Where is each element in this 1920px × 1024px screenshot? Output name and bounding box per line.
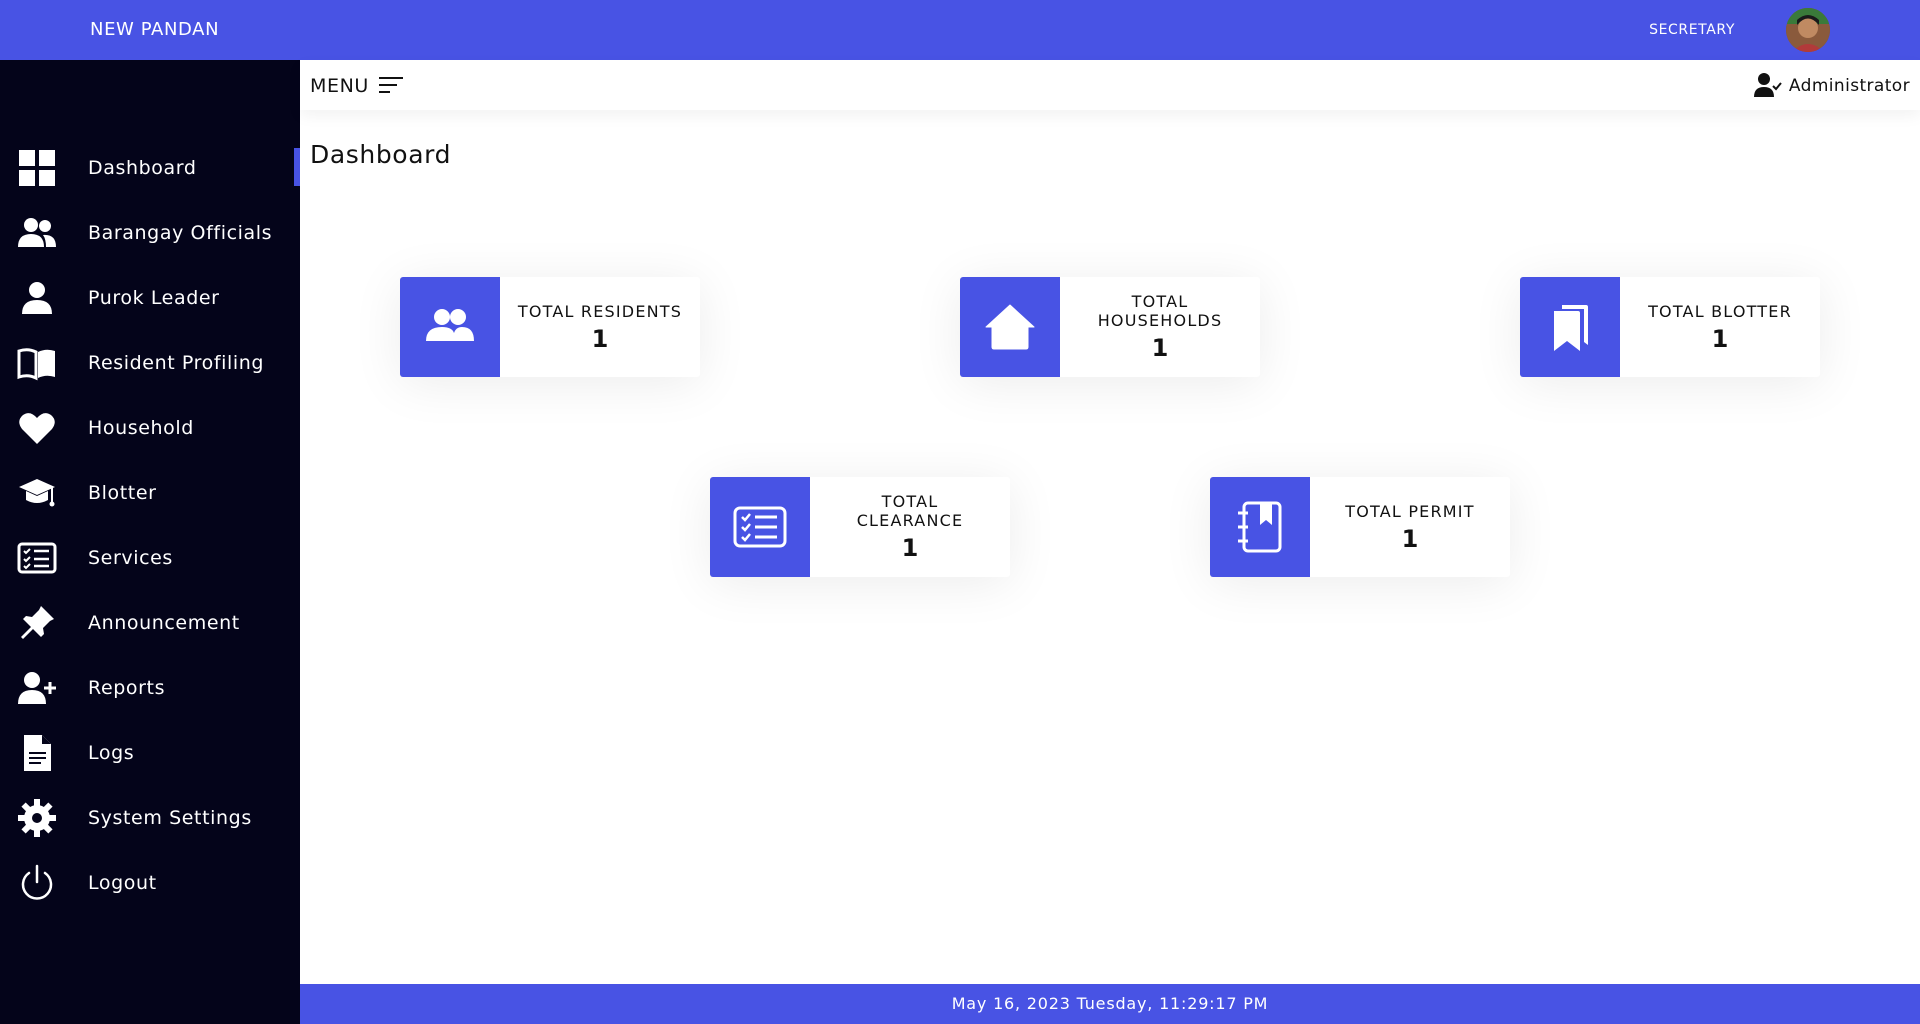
gear-icon — [16, 797, 58, 839]
stat-value: 1 — [1151, 334, 1169, 362]
stat-card-households[interactable]: TOTAL HOUSEHOLDS 1 — [960, 277, 1260, 377]
sidebar-item-label: Barangay Officials — [88, 222, 273, 244]
users-icon — [400, 277, 500, 377]
active-item-indicator — [294, 148, 300, 186]
stat-card-permit[interactable]: TOTAL PERMIT 1 — [1210, 477, 1510, 577]
stat-label: TOTAL RESIDENTS — [517, 301, 683, 321]
user-name[interactable]: Administrator — [1789, 76, 1910, 96]
sidebar-item-label: Resident Profiling — [88, 352, 265, 374]
stat-card-clearance[interactable]: TOTAL CLEARANCE 1 — [710, 477, 1010, 577]
sidebar: Dashboard Barangay Officials Purok Leade… — [0, 60, 300, 1024]
stat-label: TOTAL CLEARANCE — [856, 492, 964, 530]
sidebar-item-system-settings[interactable]: System Settings — [0, 785, 300, 850]
sidebar-item-services[interactable]: Services — [0, 525, 300, 590]
user-plus-icon — [16, 667, 58, 709]
avatar[interactable] — [1786, 8, 1830, 52]
sidebar-item-dashboard[interactable]: Dashboard — [0, 135, 300, 200]
user-role: SECRETARY — [1649, 22, 1735, 38]
stat-card-residents[interactable]: TOTAL RESIDENTS 1 — [400, 277, 700, 377]
stat-value: 1 — [901, 534, 919, 562]
top-bar: NEW PANDAN SECRETARY — [0, 0, 1920, 60]
brand-name: NEW PANDAN — [90, 19, 220, 40]
sidebar-item-purok-leader[interactable]: Purok Leader — [0, 265, 300, 330]
sidebar-item-reports[interactable]: Reports — [0, 655, 300, 720]
sub-header: MENU Administrator — [300, 60, 1920, 110]
house-icon — [960, 277, 1060, 377]
stat-value: 1 — [591, 324, 609, 353]
sidebar-item-label: Blotter — [88, 482, 157, 504]
heart-icon — [16, 407, 58, 449]
page-title: Dashboard — [310, 140, 452, 169]
book-icon — [16, 342, 58, 384]
sidebar-item-label: Household — [88, 417, 194, 439]
file-icon — [16, 732, 58, 774]
users-icon — [16, 212, 58, 254]
sidebar-item-blotter[interactable]: Blotter — [0, 460, 300, 525]
sidebar-item-logout[interactable]: Logout — [0, 850, 300, 915]
graduation-cap-icon — [16, 472, 58, 514]
stat-label: TOTAL PERMIT — [1345, 501, 1475, 521]
pin-icon — [16, 602, 58, 644]
notebook-icon — [1210, 477, 1310, 577]
sidebar-item-label: Services — [88, 547, 173, 569]
menu-toggle-icon[interactable] — [378, 74, 404, 96]
footer-datetime: May 16, 2023 Tuesday, 11:29:17 PM — [300, 984, 1920, 1024]
user-check-icon — [1754, 72, 1782, 98]
sidebar-item-barangay-officials[interactable]: Barangay Officials — [0, 200, 300, 265]
sidebar-item-label: Purok Leader — [88, 287, 220, 309]
sidebar-item-logs[interactable]: Logs — [0, 720, 300, 785]
sidebar-item-household[interactable]: Household — [0, 395, 300, 460]
stat-value: 1 — [1711, 324, 1729, 353]
sidebar-item-label: Logs — [88, 742, 135, 764]
stat-label: TOTAL BLOTTER — [1648, 301, 1792, 321]
menu-label: MENU — [310, 75, 369, 97]
sidebar-item-label: Announcement — [88, 612, 240, 634]
checklist-icon — [16, 537, 58, 579]
user-icon — [16, 277, 58, 319]
power-icon — [16, 862, 58, 904]
stat-card-blotter[interactable]: TOTAL BLOTTER 1 — [1520, 277, 1820, 377]
sidebar-item-label: System Settings — [88, 807, 252, 829]
dashboard-grid-icon — [16, 147, 58, 189]
stat-label: TOTAL HOUSEHOLDS — [1097, 292, 1223, 330]
sidebar-item-label: Logout — [88, 872, 157, 894]
bookmarks-icon — [1520, 277, 1620, 377]
sidebar-item-announcement[interactable]: Announcement — [0, 590, 300, 655]
sidebar-item-resident-profiling[interactable]: Resident Profiling — [0, 330, 300, 395]
sidebar-item-label: Reports — [88, 677, 166, 699]
stat-value: 1 — [1401, 524, 1419, 553]
sidebar-item-label: Dashboard — [88, 157, 197, 179]
checklist-icon — [710, 477, 810, 577]
